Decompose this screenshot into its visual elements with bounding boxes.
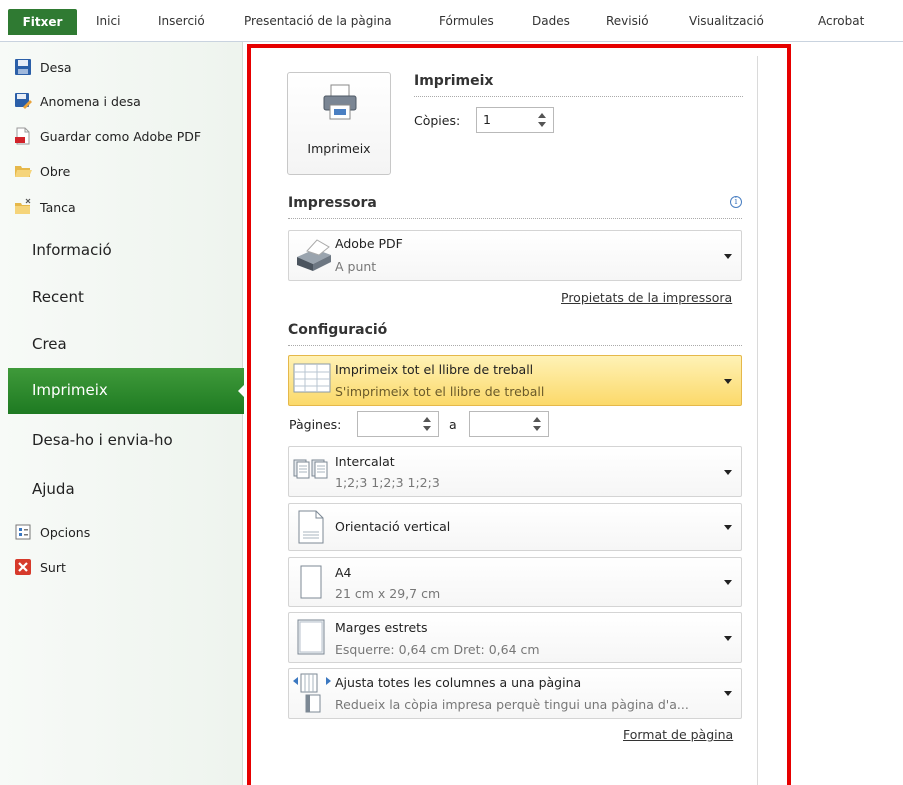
close-folder-icon bbox=[14, 198, 32, 216]
nav-help[interactable]: Ajuda bbox=[32, 480, 75, 498]
nav-new[interactable]: Crea bbox=[32, 335, 67, 353]
highlight-frame bbox=[247, 44, 791, 785]
nav-save-adobe-pdf-label: Guardar como Adobe PDF bbox=[40, 128, 202, 144]
nav-save-as-label: Anomena i desa bbox=[40, 93, 141, 109]
nav-save-send[interactable]: Desa-ho i envia-ho bbox=[32, 431, 173, 449]
save-icon bbox=[14, 58, 32, 76]
tab-data[interactable]: Dades bbox=[532, 14, 570, 28]
nav-save-adobe-pdf[interactable]: Guardar como Adobe PDF bbox=[14, 125, 201, 147]
tab-insert[interactable]: Inserció bbox=[158, 14, 205, 28]
nav-open[interactable]: Obre bbox=[14, 160, 70, 182]
nav-close-label: Tanca bbox=[40, 199, 76, 215]
backstage-nav: Desa Anomena i desa Guardar como Adobe P… bbox=[0, 42, 245, 785]
tab-file[interactable]: Fitxer bbox=[8, 9, 77, 35]
selection-notch bbox=[238, 384, 245, 398]
tab-formulas[interactable]: Fórmules bbox=[439, 14, 494, 28]
save-as-icon bbox=[14, 92, 32, 110]
nav-close[interactable]: Tanca bbox=[14, 196, 76, 218]
tab-view[interactable]: Visualització bbox=[689, 14, 764, 28]
pdf-icon bbox=[14, 127, 32, 145]
open-folder-icon bbox=[14, 162, 32, 180]
nav-options[interactable]: Opcions bbox=[14, 521, 90, 543]
ribbon-tab-bar: Fitxer Inici Inserció Presentació de la … bbox=[0, 0, 903, 42]
tab-page-layout[interactable]: Presentació de la pàgina bbox=[244, 14, 392, 28]
nav-print[interactable]: Imprimeix bbox=[8, 368, 245, 414]
tab-home[interactable]: Inici bbox=[96, 14, 120, 28]
nav-info[interactable]: Informació bbox=[32, 241, 112, 259]
nav-save[interactable]: Desa bbox=[14, 56, 72, 78]
nav-save-as[interactable]: Anomena i desa bbox=[14, 90, 141, 112]
nav-open-label: Obre bbox=[40, 163, 71, 179]
exit-icon bbox=[14, 558, 32, 576]
tab-review[interactable]: Revisió bbox=[606, 14, 649, 28]
nav-print-label: Imprimeix bbox=[32, 381, 108, 399]
nav-options-label: Opcions bbox=[40, 524, 91, 540]
nav-recent[interactable]: Recent bbox=[32, 288, 84, 306]
nav-exit-label: Surt bbox=[40, 559, 66, 575]
options-icon bbox=[14, 523, 32, 541]
nav-save-label: Desa bbox=[40, 59, 72, 75]
tab-acrobat[interactable]: Acrobat bbox=[818, 14, 864, 28]
nav-exit[interactable]: Surt bbox=[14, 556, 66, 578]
